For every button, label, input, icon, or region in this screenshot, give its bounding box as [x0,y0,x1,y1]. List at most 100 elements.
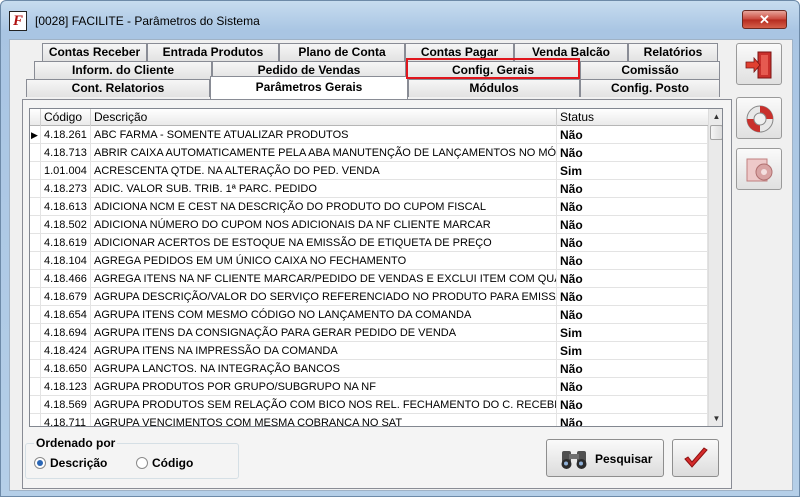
cell-codigo[interactable]: 4.18.569 [41,396,91,414]
tab-venda-balcao[interactable]: Venda Balcão [514,43,628,61]
cell-descricao[interactable]: AGRUPA ITENS COM MESMO CÓDIGO NO LANÇAME… [91,306,557,324]
tab-parametros-gerais[interactable]: Parâmetros Gerais [210,76,408,99]
cell-descricao[interactable]: AGRUPA PRODUTOS POR GRUPO/SUBGRUPO NA NF [91,378,557,396]
cell-codigo[interactable]: 4.18.711 [41,414,91,426]
cell-codigo[interactable]: 4.18.679 [41,288,91,306]
scroll-up-icon[interactable]: ▲ [709,109,722,124]
cell-codigo[interactable]: 4.18.273 [41,180,91,198]
table-row[interactable]: 4.18.694 AGRUPA ITENS DA CONSIGNAÇÃO PARA… [30,324,708,342]
search-button-label: Pesquisar [595,452,653,466]
tab-cont-relatorios[interactable]: Cont. Relatorios [26,79,210,97]
table-row[interactable]: 4.18.424 AGRUPA ITENS NA IMPRESSÃO DA COM… [30,342,708,360]
table-row[interactable]: 4.18.679 AGRUPA DESCRIÇÃO/VALOR DO SERVIÇ… [30,288,708,306]
cell-codigo[interactable]: 1.01.004 [41,162,91,180]
tab-contas-receber[interactable]: Contas Receber [42,43,147,61]
confirm-button[interactable] [672,439,719,477]
table-row[interactable]: 4.18.569 AGRUPA PRODUTOS SEM RELAÇÃO COM … [30,396,708,414]
row-indicator-icon [30,198,41,216]
cell-codigo[interactable]: 4.18.104 [41,252,91,270]
header-descricao[interactable]: Descrição [91,109,557,126]
cell-codigo[interactable]: 4.18.502 [41,216,91,234]
parameters-grid[interactable]: Código Descrição Status ▶ 4.18.261 ABC FAR… [29,108,723,427]
exit-button[interactable] [736,43,782,85]
table-row[interactable]: 4.18.123 AGRUPA PRODUTOS POR GRUPO/SUBGRU… [30,378,708,396]
cell-status[interactable]: Não [557,270,708,288]
tab-entrada-produtos[interactable]: Entrada Produtos [147,43,279,61]
cell-codigo[interactable]: 4.18.694 [41,324,91,342]
cell-status[interactable]: Não [557,198,708,216]
cell-descricao[interactable]: AGRUPA PRODUTOS SEM RELAÇÃO COM BICO NOS… [91,396,557,414]
table-row[interactable]: 4.18.502 ADICIONA NÚMERO DO CUPOM NOS ADI… [30,216,708,234]
cell-status[interactable]: Não [557,234,708,252]
close-button[interactable]: ✕ [742,10,787,29]
cell-status[interactable]: Não [557,414,708,426]
table-row[interactable]: 4.18.713 ABRIR CAIXA AUTOMATICAMENTE PELA… [30,144,708,162]
cell-codigo[interactable]: 4.18.466 [41,270,91,288]
radio-order-descricao[interactable]: Descrição [34,457,107,470]
table-row[interactable]: 1.01.004 ACRESCENTA QTDE. NA ALTERAÇÃO DO… [30,162,708,180]
radio-order-codigo[interactable]: Código [136,457,193,470]
cell-status[interactable]: Não [557,306,708,324]
cell-codigo[interactable]: 4.18.650 [41,360,91,378]
scroll-down-icon[interactable]: ▼ [709,411,722,426]
cell-status[interactable]: Sim [557,162,708,180]
table-row[interactable]: 4.18.619 ADICIONAR ACERTOS DE ESTOQUE NA … [30,234,708,252]
tab-comissao[interactable]: Comissão [580,61,720,79]
cell-descricao[interactable]: ABRIR CAIXA AUTOMATICAMENTE PELA ABA MAN… [91,144,557,162]
tab-inform-do-cliente[interactable]: Inform. do Cliente [34,61,212,79]
cell-codigo[interactable]: 4.18.424 [41,342,91,360]
cell-codigo[interactable]: 4.18.613 [41,198,91,216]
cell-descricao[interactable]: ADICIONA NÚMERO DO CUPOM NOS ADICIONAIS … [91,216,557,234]
cell-status[interactable]: Não [557,216,708,234]
table-row[interactable]: 4.18.273 ADIC. VALOR SUB. TRIB. 1ª PARC. … [30,180,708,198]
cell-status[interactable]: Não [557,180,708,198]
tab-relatorios[interactable]: Relatórios [628,43,718,61]
scroll-thumb[interactable] [710,125,722,140]
cell-status[interactable]: Não [557,252,708,270]
table-row[interactable]: 4.18.650 AGRUPA LANCTOS. NA INTEGRAÇÃO BA… [30,360,708,378]
cell-descricao[interactable]: AGREGA ITENS NA NF CLIENTE MARCAR/PEDIDO… [91,270,557,288]
cell-status[interactable]: Não [557,144,708,162]
table-row[interactable]: 4.18.711 AGRUPA VENCIMENTOS COM MESMA COB… [30,414,708,426]
cell-descricao[interactable]: AGREGA PEDIDOS EM UM ÚNICO CAIXA NO FECH… [91,252,557,270]
tab-config-posto[interactable]: Config. Posto [580,79,720,97]
table-row[interactable]: 4.18.104 AGREGA PEDIDOS EM UM ÚNICO CAIXA… [30,252,708,270]
table-row[interactable]: ▶ 4.18.261 ABC FARMA - SOMENTE ATUALIZAR P… [30,126,708,144]
cell-status[interactable]: Não [557,396,708,414]
search-button[interactable]: Pesquisar [546,439,664,477]
cell-status[interactable]: Sim [557,324,708,342]
table-row[interactable]: 4.18.654 AGRUPA ITENS COM MESMO CÓDIGO NO… [30,306,708,324]
tab-contas-pagar[interactable]: Contas Pagar [405,43,514,61]
cell-status[interactable]: Não [557,360,708,378]
cell-descricao[interactable]: AGRUPA DESCRIÇÃO/VALOR DO SERVIÇO REFERE… [91,288,557,306]
cell-descricao[interactable]: ADIC. VALOR SUB. TRIB. 1ª PARC. PEDIDO [91,180,557,198]
cell-codigo[interactable]: 4.18.123 [41,378,91,396]
settings-button[interactable] [736,148,782,190]
tab-plano-de-conta[interactable]: Plano de Conta [279,43,405,61]
cell-descricao[interactable]: AGRUPA ITENS NA IMPRESSÃO DA COMANDA [91,342,557,360]
cell-status[interactable]: Não [557,126,708,144]
cell-descricao[interactable]: ADICIONA NCM E CEST NA DESCRIÇÃO DO PROD… [91,198,557,216]
cell-status[interactable]: Não [557,288,708,306]
cell-status[interactable]: Não [557,378,708,396]
header-status[interactable]: Status [557,109,708,126]
tab-config-gerais[interactable]: Config. Gerais [406,61,580,79]
row-indicator-icon: ▶ [30,126,41,144]
cell-descricao[interactable]: AGRUPA VENCIMENTOS COM MESMA COBRANÇA NO… [91,414,557,426]
cell-descricao[interactable]: AGRUPA LANCTOS. NA INTEGRAÇÃO BANCOS [91,360,557,378]
cell-status[interactable]: Sim [557,342,708,360]
cell-descricao[interactable]: AGRUPA ITENS DA CONSIGNAÇÃO PARA GERAR P… [91,324,557,342]
help-button[interactable] [736,97,782,139]
cell-descricao[interactable]: ACRESCENTA QTDE. NA ALTERAÇÃO DO PED. VE… [91,162,557,180]
table-row[interactable]: 4.18.613 ADICIONA NCM E CEST NA DESCRIÇÃO… [30,198,708,216]
cell-descricao[interactable]: ABC FARMA - SOMENTE ATUALIZAR PRODUTOS [91,126,557,144]
cell-codigo[interactable]: 4.18.261 [41,126,91,144]
tab-modulos[interactable]: Módulos [408,79,580,97]
table-row[interactable]: 4.18.466 AGREGA ITENS NA NF CLIENTE MARCA… [30,270,708,288]
cell-codigo[interactable]: 4.18.713 [41,144,91,162]
cell-descricao[interactable]: ADICIONAR ACERTOS DE ESTOQUE NA EMISSÃO … [91,234,557,252]
cell-codigo[interactable]: 4.18.619 [41,234,91,252]
cell-codigo[interactable]: 4.18.654 [41,306,91,324]
header-codigo[interactable]: Código [41,109,91,126]
grid-scrollbar[interactable]: ▲ ▼ [708,109,722,426]
